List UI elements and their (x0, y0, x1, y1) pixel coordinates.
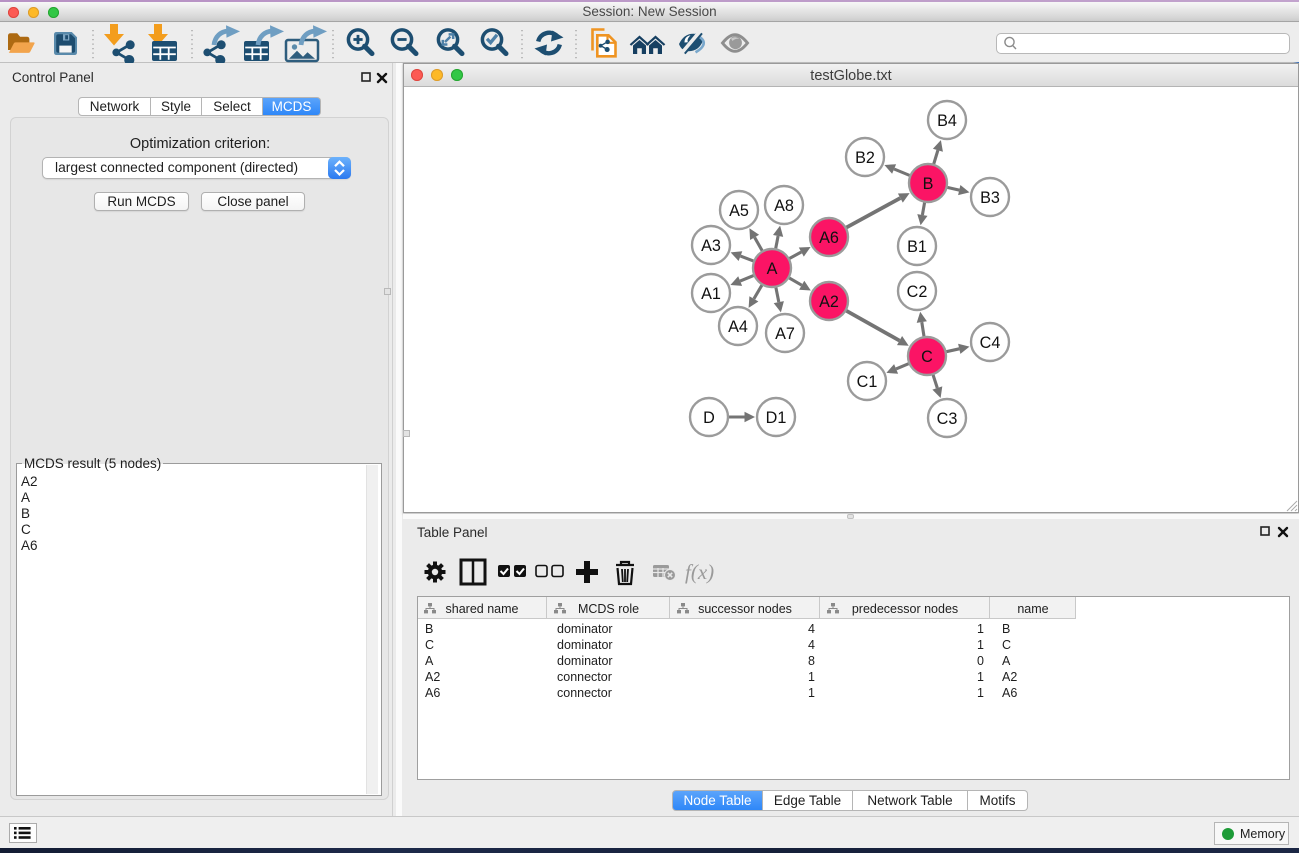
svg-text:C2: C2 (907, 283, 928, 301)
svg-text:A8: A8 (774, 197, 794, 215)
svg-text:B3: B3 (980, 189, 1000, 207)
svg-text:B2: B2 (855, 149, 875, 167)
svg-text:B1: B1 (907, 238, 927, 256)
svg-text:A2: A2 (819, 293, 839, 311)
svg-text:A4: A4 (728, 318, 748, 336)
svg-text:C: C (921, 348, 933, 366)
svg-text:D: D (703, 409, 715, 427)
svg-text:A7: A7 (775, 325, 795, 343)
svg-text:C4: C4 (980, 334, 1001, 352)
svg-text:C1: C1 (857, 373, 878, 391)
svg-text:A6: A6 (819, 229, 839, 247)
svg-text:f(x): f(x) (685, 560, 714, 584)
svg-text:B: B (923, 175, 934, 193)
svg-text:C3: C3 (937, 410, 958, 428)
svg-text:A3: A3 (701, 237, 721, 255)
svg-text:D1: D1 (766, 409, 787, 427)
svg-text:A: A (767, 260, 778, 278)
svg-text:A5: A5 (729, 202, 749, 220)
svg-text:A1: A1 (701, 285, 721, 303)
svg-text:B4: B4 (937, 112, 957, 130)
